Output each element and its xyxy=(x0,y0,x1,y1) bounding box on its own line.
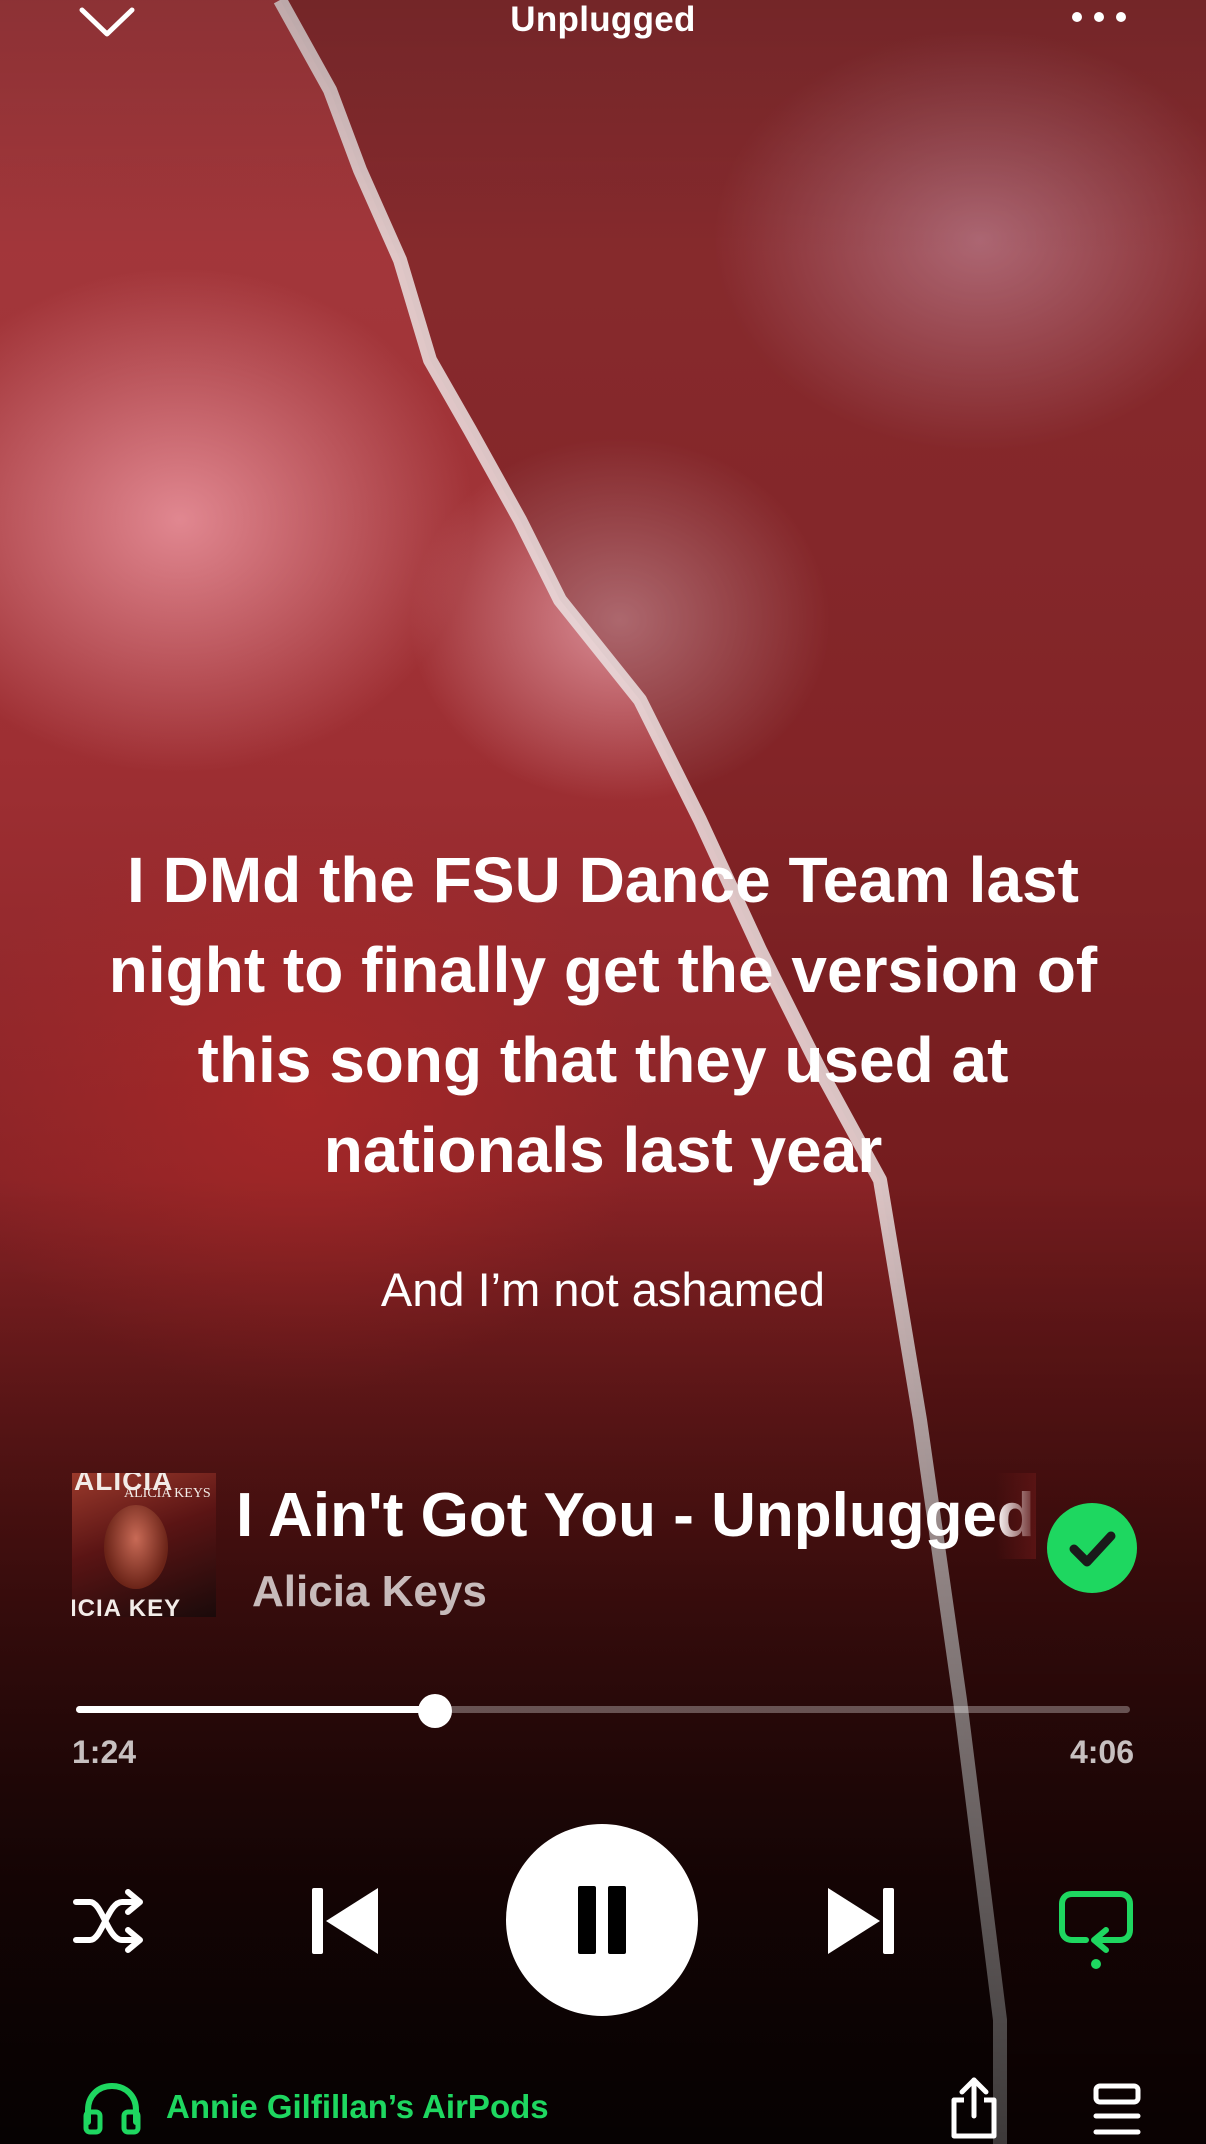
previous-icon[interactable] xyxy=(310,1886,380,1956)
title-fade xyxy=(996,1473,1036,1559)
share-icon[interactable] xyxy=(948,2076,1000,2140)
more-icon[interactable] xyxy=(1070,10,1128,24)
headphones-icon[interactable] xyxy=(82,2080,142,2136)
song-title[interactable]: I Ain't Got You - Unplugged xyxy=(236,1473,1036,1559)
pause-icon-bar xyxy=(608,1886,626,1954)
footer-bar: Annie Gilfillan’s AirPods xyxy=(0,2076,1206,2144)
checkmark-icon xyxy=(1069,1531,1116,1567)
repeat-icon[interactable] xyxy=(1058,1888,1134,1970)
total-time: 4:06 xyxy=(1069,1734,1134,1770)
lyrics-current[interactable]: I DMd the FSU Dance Team last night to f… xyxy=(60,835,1146,1195)
queue-icon[interactable] xyxy=(1092,2082,1142,2138)
playback-controls xyxy=(0,1820,1206,2020)
pause-icon xyxy=(578,1886,596,1954)
pause-button[interactable] xyxy=(506,1824,698,2016)
cover-photo xyxy=(104,1505,168,1589)
track-info: ALICIA ALICIA KEYS ICIA KEY I Ain't Got … xyxy=(72,1473,1142,1623)
lyrics-next[interactable]: And I’m not ashamed xyxy=(0,1262,1206,1317)
next-icon[interactable] xyxy=(826,1886,896,1956)
cover-text-bottom: ICIA KEY xyxy=(72,1595,182,1617)
progress-bar[interactable] xyxy=(76,1694,1130,1728)
liked-button[interactable] xyxy=(1047,1503,1137,1593)
page-title: Unplugged xyxy=(510,0,696,39)
connected-device[interactable]: Annie Gilfillan’s AirPods xyxy=(166,2088,549,2126)
shuffle-icon[interactable] xyxy=(72,1888,146,1954)
cover-text-small: ALICIA KEYS xyxy=(124,1486,211,1501)
album-cover[interactable]: ALICIA ALICIA KEYS ICIA KEY xyxy=(72,1473,216,1617)
elapsed-time: 1:24 xyxy=(72,1734,137,1770)
progress-fill xyxy=(76,1706,436,1713)
song-title-text: I Ain't Got You - Unplugged xyxy=(236,1481,1035,1550)
top-bar: Unplugged xyxy=(0,0,1206,48)
artist-name[interactable]: Alicia Keys xyxy=(252,1567,487,1617)
